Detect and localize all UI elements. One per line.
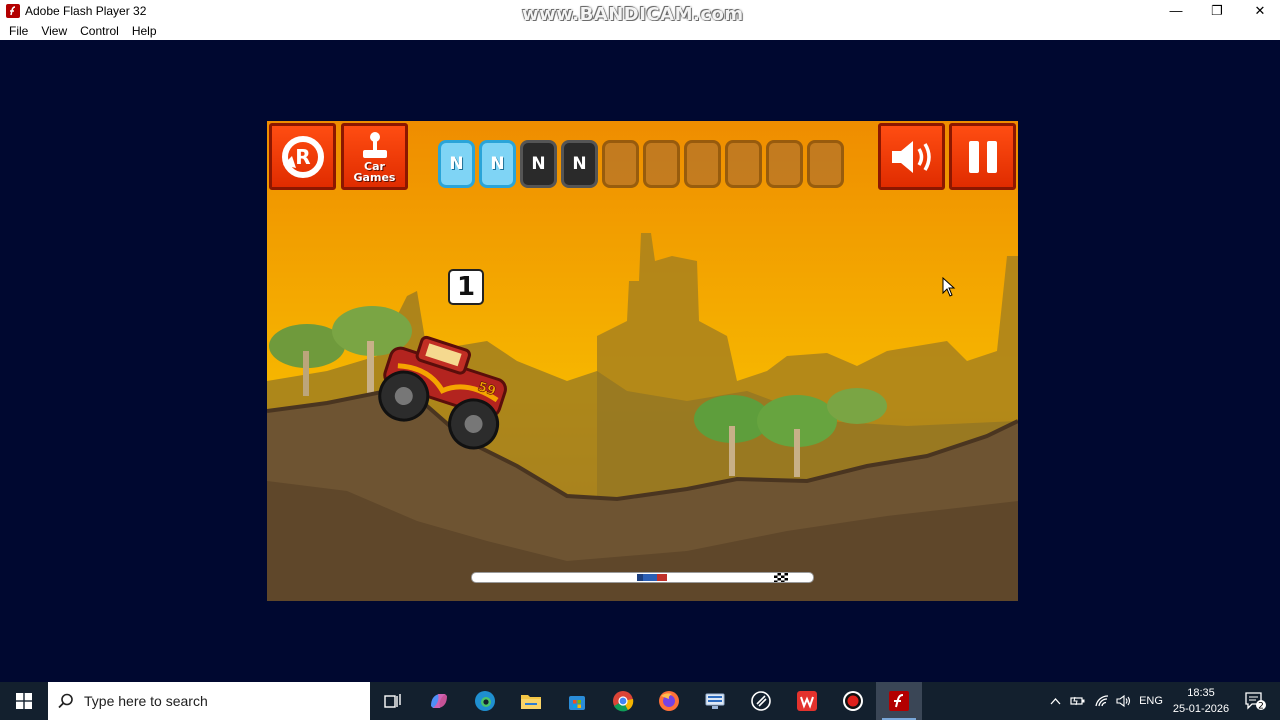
battery-tray[interactable] [1068,682,1088,720]
joystick-icon [362,131,387,158]
player-progress-marker [637,574,667,581]
restart-icon: R [281,135,324,178]
microsoft-store-icon [569,696,585,710]
show-hidden-icons-button[interactable] [1046,682,1064,720]
chrome-button[interactable] [600,682,646,720]
pause-icon [968,140,997,173]
chrome-icon [613,691,634,712]
nitro-slot [602,140,639,188]
unknown-app-button[interactable] [738,682,784,720]
network-app-button[interactable] [692,682,738,720]
menu-help[interactable]: Help [132,24,157,38]
close-button[interactable]: ✕ [1238,0,1280,21]
car-games-label-line1: Car [364,159,385,173]
race-position-badge: 1 [448,269,484,305]
minimize-button[interactable]: — [1154,0,1198,21]
notification-count: 2 [1258,702,1264,712]
mouse-cursor-icon [942,277,956,297]
sound-button[interactable] [878,123,945,190]
flash-player-app-icon [6,3,20,18]
wps-office-icon [797,691,817,711]
chevron-up-icon [1050,697,1060,704]
volume-icon [1116,694,1131,708]
nitro-slot: N [561,140,598,188]
copilot-icon [431,694,447,708]
finish-flag-icon [774,573,788,582]
track-progress-bar [471,572,814,583]
car-games-button[interactable]: Car Games [341,123,408,190]
copilot-button[interactable] [416,682,462,720]
bandicam-record-icon [843,691,863,711]
nitro-slot [766,140,803,188]
wifi-icon [1095,695,1109,707]
game-canvas[interactable]: 59 R Car Games NNNN 1 [267,121,1018,601]
bandicam-button[interactable] [830,682,876,720]
search-placeholder: Type here to search [84,693,208,709]
taskbar-clock[interactable]: 18:35 25-01-2026 [1166,685,1236,717]
car-games-label-line2: Games [353,170,396,184]
window-title: Adobe Flash Player 32 [25,3,147,18]
nitro-bar: NNNN [438,140,846,188]
taskbar-search-box[interactable]: Type here to search [48,682,370,720]
file-explorer-button[interactable] [508,682,554,720]
clock-time: 18:35 [1187,687,1215,699]
nitro-slot: N [438,140,475,188]
game-scene: 59 [267,121,1018,601]
menu-view[interactable]: View [41,24,67,38]
restart-button[interactable]: R [269,123,336,190]
menu-control[interactable]: Control [80,24,119,38]
task-view-button[interactable] [370,682,416,720]
menu-bar: File View Control Help [0,21,1280,40]
windows-logo-icon [16,693,32,709]
edge-button[interactable] [462,682,508,720]
battery-icon [1070,696,1085,706]
clock-date: 25-01-2026 [1172,703,1230,715]
nitro-slot: N [479,140,516,188]
search-icon [58,693,73,709]
windows-taskbar: Type here to search ENG 18:35 25-01-2026… [0,682,1280,720]
wps-office-button[interactable] [784,682,830,720]
microsoft-store-button[interactable] [554,682,600,720]
task-view-icon [384,694,401,708]
notification-icon: 2 [1245,692,1266,712]
wifi-tray[interactable] [1092,682,1112,720]
volume-tray[interactable] [1114,682,1134,720]
nitro-slot [807,140,844,188]
network-app-icon [705,693,725,709]
start-button[interactable] [0,682,48,720]
nitro-slot [725,140,762,188]
flash-player-taskbar-button[interactable] [876,682,922,720]
restore-button[interactable]: ❐ [1195,0,1239,21]
nitro-slot [643,140,680,188]
pause-button[interactable] [949,123,1016,190]
file-explorer-icon [521,695,541,709]
nitro-slot: N [520,140,557,188]
menu-file[interactable]: File [9,24,28,38]
restart-letter: R [295,145,310,169]
flash-player-icon [889,691,909,711]
notification-center-button[interactable]: 2 [1240,682,1270,720]
unknown-app-icon [751,691,771,711]
edge-icon [475,691,495,711]
speaker-icon [891,140,931,173]
nitro-slot [684,140,721,188]
firefox-icon [659,691,679,711]
firefox-button[interactable] [646,682,692,720]
language-indicator[interactable]: ENG [1136,682,1166,720]
